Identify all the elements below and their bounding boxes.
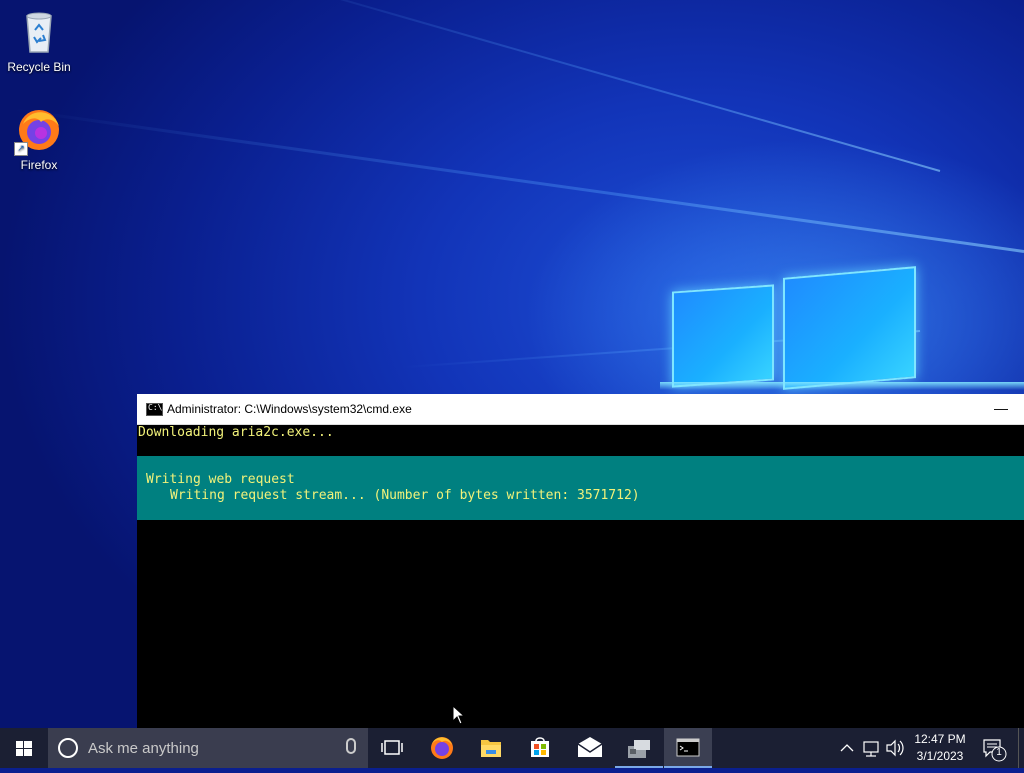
start-button[interactable] (0, 728, 48, 768)
firefox-label: Firefox (20, 158, 58, 172)
taskbar-mail[interactable] (566, 728, 614, 768)
network-icon (863, 741, 879, 757)
taskbar-file-explorer[interactable] (467, 728, 515, 768)
shortcut-arrow-icon: ↗ (14, 142, 28, 156)
desktop-wallpaper: Recycle Bin ↗ Firefox Administrator: C:\… (0, 0, 1024, 728)
folder-icon (481, 740, 501, 757)
search-box[interactable]: Ask me anything (48, 728, 368, 768)
cortana-icon (58, 738, 78, 758)
firefox-icon (431, 737, 453, 759)
network-tray-button[interactable] (860, 728, 882, 768)
windows-logo-pane-left (672, 284, 774, 388)
clock[interactable]: 12:47 PM 3/1/2023 (904, 731, 976, 765)
task-view-icon (381, 740, 403, 755)
light-floor (660, 382, 1024, 390)
progress-detail-line: Writing request stream... (Number of byt… (170, 488, 640, 503)
cmd-titlebar[interactable]: Administrator: C:\Windows\system32\cmd.e… (137, 394, 1024, 425)
light-beam (9, 107, 1024, 253)
taskbar-store[interactable] (516, 728, 564, 768)
taskbar: Ask me anything 12:47 PM 3/1/2023 1 (0, 728, 1024, 768)
taskbar-setup[interactable] (615, 728, 663, 768)
action-center-button[interactable]: 1 (980, 728, 1010, 768)
light-beam (228, 0, 941, 172)
cmd-window[interactable]: Administrator: C:\Windows\system32\cmd.e… (137, 394, 1024, 728)
progress-status-line: Writing web request (146, 472, 295, 487)
speaker-icon (886, 739, 904, 757)
microphone-icon[interactable] (346, 738, 356, 754)
volume-tray-button[interactable] (884, 728, 906, 768)
clock-time: 12:47 PM (914, 732, 966, 746)
show-desktop-button[interactable] (1018, 728, 1024, 768)
desktop-icon-recycle-bin[interactable]: Recycle Bin (1, 8, 77, 74)
recycle-bin-label: Recycle Bin (7, 60, 71, 74)
console-icon (146, 403, 163, 416)
console-line: Downloading aria2c.exe... (138, 425, 334, 440)
desktop-icon-firefox[interactable]: ↗ Firefox (1, 106, 77, 172)
installer-icon (628, 740, 650, 758)
notification-count: 1 (996, 747, 1002, 758)
mouse-cursor-icon (452, 705, 464, 725)
search-placeholder: Ask me anything (88, 740, 199, 757)
chevron-up-icon (840, 744, 854, 752)
task-view-button[interactable] (368, 728, 416, 768)
windows-logo-icon (16, 741, 32, 756)
window-title: Administrator: C:\Windows\system32\cmd.e… (167, 402, 412, 416)
show-hidden-icons-button[interactable] (838, 728, 856, 768)
firefox-icon: ↗ (14, 106, 63, 156)
mail-icon (577, 737, 603, 757)
windows-logo-pane-right (783, 266, 916, 390)
clock-date: 3/1/2023 (916, 749, 964, 763)
taskbar-firefox[interactable] (418, 728, 466, 768)
taskbar-cmd[interactable] (664, 728, 712, 768)
recycle-bin-icon (15, 8, 63, 56)
console-icon (676, 738, 700, 757)
progress-banner: Writing web request Writing request stre… (137, 456, 1024, 520)
minimize-button[interactable]: — (992, 400, 1010, 416)
store-bag-icon (531, 737, 549, 757)
